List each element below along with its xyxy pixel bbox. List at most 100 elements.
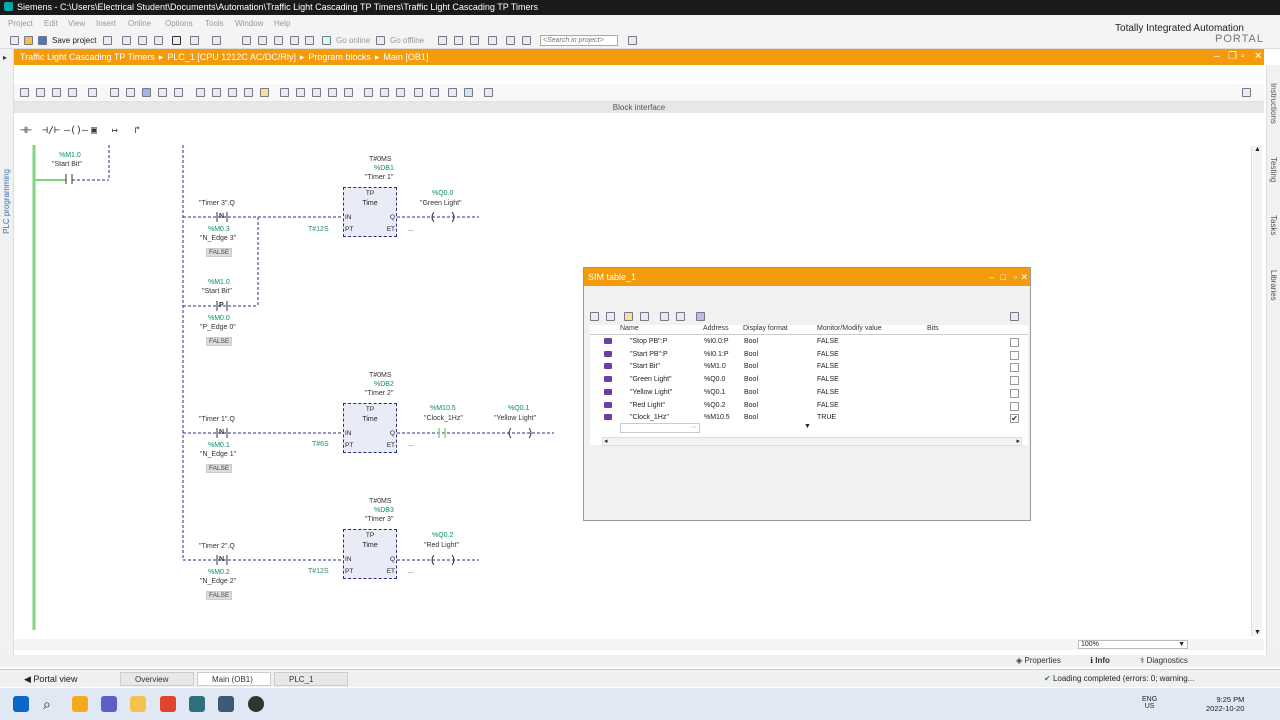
- cut-icon[interactable]: [122, 36, 131, 45]
- portal-view-button[interactable]: ◀ Portal view: [24, 672, 77, 686]
- timer1-name[interactable]: "Timer 1": [365, 174, 393, 181]
- editor-tool-23-icon[interactable]: [396, 88, 405, 97]
- tab-properties[interactable]: ◈ Properties: [1016, 655, 1061, 667]
- file-explorer-icon[interactable]: [130, 696, 146, 712]
- sim-row-value[interactable]: FALSE: [817, 376, 839, 383]
- timer2-name[interactable]: "Timer 2": [365, 390, 393, 397]
- breadcrumb-main[interactable]: Main [OB1]: [383, 52, 428, 62]
- col-bits[interactable]: Bits: [927, 325, 939, 332]
- sim-row-bit-checkbox[interactable]: [1010, 376, 1019, 386]
- tab-instructions[interactable]: Instructions: [1269, 83, 1278, 124]
- editor-tool-4-icon[interactable]: [68, 88, 77, 97]
- sim-import-icon[interactable]: [660, 312, 669, 321]
- stop-cpu-icon[interactable]: [470, 36, 479, 45]
- paste-icon[interactable]: [154, 36, 163, 45]
- go-online-icon[interactable]: [322, 36, 331, 45]
- open-project-icon[interactable]: [24, 36, 33, 45]
- sim-row-bit-checkbox[interactable]: [1010, 338, 1019, 347]
- sim-table-window[interactable]: SIM table_1 – □ ▫ ✕ Name Address Display…: [583, 267, 1031, 521]
- menu-edit[interactable]: Edit: [44, 19, 58, 28]
- sim-row[interactable]: "Yellow Light" %Q0.1 Bool FALSE: [590, 387, 1028, 400]
- sim-row[interactable]: "Start Bit" %M1.0 Bool FALSE: [590, 361, 1028, 374]
- sim-row-value[interactable]: FALSE: [817, 351, 839, 358]
- sim-float-icon[interactable]: ▫: [1014, 268, 1017, 286]
- open-branch-icon[interactable]: ↦: [112, 125, 118, 136]
- tab-libraries[interactable]: Libraries: [1269, 270, 1278, 301]
- scroll-up-icon[interactable]: ▲: [1254, 146, 1261, 153]
- timer2-pt-value[interactable]: T#6S: [312, 441, 329, 448]
- add-new-browse-icon[interactable]: ⋯: [690, 423, 697, 431]
- sim-row-bit-checkbox[interactable]: [1010, 350, 1019, 360]
- insert-network-icon[interactable]: [110, 88, 119, 97]
- n1-edge2-tag[interactable]: "P_Edge 0": [200, 324, 236, 331]
- editor-tool-21-icon[interactable]: [364, 88, 373, 97]
- sim-add-row-icon[interactable]: [590, 312, 599, 321]
- start-bit-tag[interactable]: "Start Bit": [52, 161, 82, 168]
- empty-box-icon[interactable]: ▣: [91, 125, 97, 136]
- accessible-devices-icon[interactable]: [438, 36, 447, 45]
- go-online-button[interactable]: Go online: [336, 36, 370, 45]
- sim-row[interactable]: "Green Light" %Q0.0 Bool FALSE: [590, 374, 1028, 387]
- sim-row-value[interactable]: FALSE: [817, 389, 839, 396]
- clock-tag[interactable]: "Clock_1Hz": [424, 415, 463, 422]
- sim-modify-icon[interactable]: [624, 312, 633, 321]
- editor-tool-3-icon[interactable]: [52, 88, 61, 97]
- float-icon[interactable]: ▫: [1241, 49, 1245, 65]
- n3-edge1-tag[interactable]: "N_Edge 2": [200, 578, 236, 585]
- tab-diagnostics[interactable]: ⚕ Diagnostics: [1140, 655, 1188, 667]
- close-branch-icon[interactable]: ↱: [134, 125, 140, 136]
- n1-input-tag[interactable]: "Timer 3".Q: [199, 200, 235, 207]
- editor-tool-13-icon[interactable]: [228, 88, 237, 97]
- start-simulation-icon[interactable]: [305, 36, 314, 45]
- sim-minimize-icon[interactable]: –: [989, 268, 994, 286]
- breadcrumb-project[interactable]: Traffic Light Cascading TP Timers: [20, 52, 155, 62]
- tab-info[interactable]: ℹ Info: [1090, 655, 1110, 667]
- monitoring-glasses-icon[interactable]: [464, 88, 473, 97]
- compile-icon[interactable]: [258, 36, 267, 45]
- n1-start-bit-tag[interactable]: "Start Bit": [202, 288, 232, 295]
- editor-tool-15-icon[interactable]: [260, 88, 269, 97]
- tia-portal-icon[interactable]: [189, 696, 205, 712]
- windows-start-icon[interactable]: [13, 696, 29, 712]
- save-project-button[interactable]: Save project: [52, 36, 96, 45]
- menu-tools[interactable]: Tools: [205, 19, 224, 28]
- upload-icon[interactable]: [290, 36, 299, 45]
- zoom-dropdown-icon[interactable]: ▼: [1178, 641, 1185, 649]
- editor-tool-14-icon[interactable]: [244, 88, 253, 97]
- sim-enable-icon[interactable]: [640, 312, 649, 321]
- delete-icon[interactable]: [172, 36, 181, 45]
- status-message[interactable]: Loading completed (errors: 0; warning...: [1053, 674, 1194, 683]
- editor-tool-24-icon[interactable]: [414, 88, 423, 97]
- nc-contact-icon[interactable]: ⊣/⊢: [42, 125, 60, 136]
- undo-icon[interactable]: [190, 36, 199, 45]
- col-address[interactable]: Address: [703, 325, 729, 332]
- editor-tool-17-icon[interactable]: [296, 88, 305, 97]
- plc-programming-tab[interactable]: PLC programming: [2, 169, 11, 234]
- browser-icon[interactable]: [160, 696, 176, 712]
- editor-tool-5-icon[interactable]: [88, 88, 97, 97]
- search-in-project-input[interactable]: <Search in project>: [540, 35, 618, 46]
- sim-tag-icon[interactable]: [696, 312, 705, 321]
- timer3-pt-value[interactable]: T#12S: [308, 568, 329, 575]
- split-horizontal-icon[interactable]: [506, 36, 515, 45]
- split-editor-icon[interactable]: [242, 36, 251, 45]
- tab-overview[interactable]: Overview: [120, 672, 194, 686]
- cross-references-icon[interactable]: [488, 36, 497, 45]
- go-offline-button[interactable]: Go offline: [390, 36, 424, 45]
- breadcrumb-plc[interactable]: PLC_1 [CPU 1212C AC/DC/Rly]: [167, 52, 296, 62]
- sim-row-value[interactable]: FALSE: [817, 402, 839, 409]
- coil-icon[interactable]: –()–: [64, 125, 88, 136]
- sim-maximize-icon[interactable]: □: [1001, 268, 1006, 286]
- close-all-networks-icon[interactable]: [158, 88, 167, 97]
- editor-tool-18-icon[interactable]: [312, 88, 321, 97]
- n2-input-tag[interactable]: "Timer 1".Q: [199, 416, 235, 423]
- expand-interface-icon[interactable]: [1242, 88, 1251, 97]
- plcsim-icon[interactable]: [218, 696, 234, 712]
- restore-icon[interactable]: ❐: [1228, 49, 1237, 65]
- go-offline-icon[interactable]: [376, 36, 385, 45]
- sim-insert-row-icon[interactable]: [606, 312, 615, 321]
- new-project-icon[interactable]: [10, 36, 19, 45]
- sim-row[interactable]: "Stop PB":P %I0.0:P Bool FALSE: [590, 336, 1028, 349]
- redo-icon[interactable]: [212, 36, 221, 45]
- editor-vertical-scrollbar[interactable]: ▲ ▼: [1251, 146, 1262, 636]
